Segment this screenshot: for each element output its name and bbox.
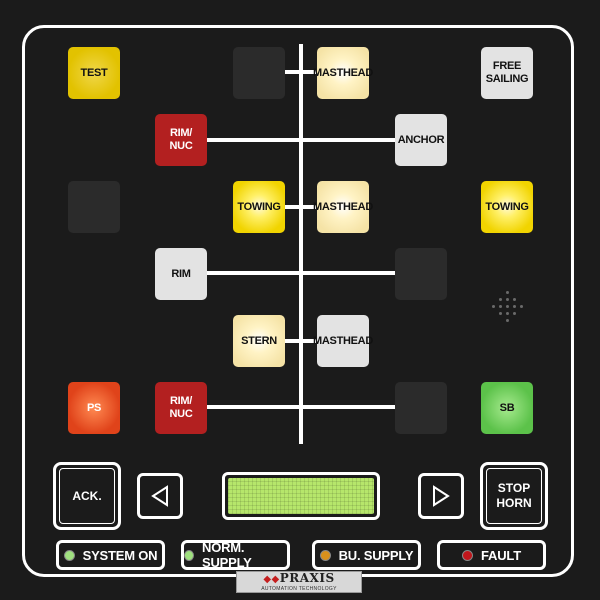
- anchor-button[interactable]: ANCHOR: [395, 114, 447, 166]
- logo-name: PRAXIS: [279, 571, 335, 585]
- status-bu-supply: BU. SUPPLY: [312, 540, 421, 570]
- speaker-dot: [506, 298, 509, 301]
- towing-right-label: TOWING: [485, 200, 529, 213]
- towing-mid-button[interactable]: TOWING: [233, 181, 285, 233]
- ack-button-face: ACK.: [59, 468, 115, 524]
- test-label: TEST: [80, 66, 108, 79]
- mast-arm-stern: [285, 339, 316, 343]
- ps-label: PS: [86, 401, 102, 414]
- next-button[interactable]: [418, 473, 464, 519]
- rim-nuc-top-button[interactable]: RIM/ NUC: [155, 114, 207, 166]
- rim-button[interactable]: RIM: [155, 248, 207, 300]
- fault-led: [462, 549, 474, 561]
- stop-horn-label-line2: HORN: [496, 496, 532, 510]
- speaker-dot: [506, 305, 509, 308]
- free-sailing-label-line1: FREE: [492, 60, 522, 72]
- test-button[interactable]: TEST: [68, 47, 120, 99]
- rim-nuc-bottom-label-line1: RIM/: [169, 395, 193, 407]
- free-sailing-label: FREE SAILING: [486, 60, 529, 86]
- mast-arm-masthead-top: [285, 70, 316, 74]
- speaker-dot: [513, 298, 516, 301]
- system-on-led: [63, 549, 75, 561]
- mast-arm-rim-nuc-top: [207, 138, 395, 142]
- speaker-dot: [506, 291, 509, 294]
- rim-nuc-top-label: RIM/ NUC: [170, 127, 193, 153]
- speaker-dot: [499, 312, 502, 315]
- blank-key-right-row4[interactable]: [395, 248, 447, 300]
- mast-vertical-line: [299, 44, 303, 444]
- fault-label: FAULT: [481, 547, 521, 563]
- system-on-label: SYSTEM ON: [82, 547, 158, 563]
- towing-mid-label: TOWING: [237, 200, 281, 213]
- masthead-mid-button[interactable]: MASTHEAD: [313, 181, 373, 233]
- speaker-grille-icon: [488, 287, 528, 327]
- blank-key-row1[interactable]: [233, 47, 285, 99]
- blank-key-right-row6[interactable]: [395, 382, 447, 434]
- ack-label: ACK.: [72, 488, 102, 503]
- arrow-left-icon: [151, 485, 168, 507]
- masthead-low-label: MASTHEAD: [313, 334, 373, 347]
- norm-supply-label: NORM. SUPPLY: [202, 540, 252, 570]
- previous-button[interactable]: [137, 473, 183, 519]
- towing-right-button[interactable]: TOWING: [481, 181, 533, 233]
- stop-horn-button-face: STOP HORN: [486, 468, 542, 524]
- rim-nuc-top-label-line1: RIM/: [169, 127, 193, 139]
- speaker-dot: [513, 305, 516, 308]
- mast-arm-rim: [207, 271, 395, 275]
- speaker-dot: [492, 305, 495, 308]
- ack-button[interactable]: ACK.: [53, 462, 121, 530]
- anchor-label: ANCHOR: [397, 133, 445, 146]
- free-sailing-label-line2: SAILING: [485, 73, 529, 85]
- stern-button[interactable]: STERN: [233, 315, 285, 367]
- speaker-dot: [499, 298, 502, 301]
- speaker-dot: [506, 312, 509, 315]
- lcd-display-frame: [222, 472, 380, 520]
- speaker-dot: [506, 319, 509, 322]
- logo-tagline: AUTOMATION TECHNOLOGY: [261, 586, 337, 592]
- stop-horn-button[interactable]: STOP HORN: [480, 462, 548, 530]
- masthead-top-label: MASTHEAD: [313, 66, 373, 79]
- free-sailing-button[interactable]: FREE SAILING: [481, 47, 533, 99]
- status-system-on: SYSTEM ON: [56, 540, 165, 570]
- speaker-dot: [499, 305, 502, 308]
- ps-button[interactable]: PS: [68, 382, 120, 434]
- rim-nuc-bottom-label-line2: NUC: [169, 408, 193, 420]
- arrow-right-icon: [433, 485, 450, 507]
- rim-nuc-bottom-button[interactable]: RIM/ NUC: [155, 382, 207, 434]
- status-fault: FAULT: [437, 540, 546, 570]
- praxis-logo: ◆◆PRAXIS AUTOMATION TECHNOLOGY: [236, 571, 362, 593]
- speaker-dot: [513, 312, 516, 315]
- bu-supply-led: [319, 549, 331, 561]
- sb-label: SB: [499, 401, 515, 414]
- norm-supply-led: [184, 549, 195, 561]
- masthead-top-button[interactable]: MASTHEAD: [313, 47, 373, 99]
- masthead-low-button[interactable]: MASTHEAD: [313, 315, 373, 367]
- status-norm-supply: NORM. SUPPLY: [181, 540, 290, 570]
- stop-horn-label: STOP HORN: [496, 481, 531, 511]
- speaker-dot: [520, 305, 523, 308]
- rim-label: RIM: [171, 267, 191, 280]
- lcd-display: [228, 478, 374, 514]
- mast-arm-rim-nuc-bottom: [207, 405, 395, 409]
- sb-button[interactable]: SB: [481, 382, 533, 434]
- rim-nuc-top-label-line2: NUC: [169, 140, 193, 152]
- logo-mark-icon: ◆◆: [263, 574, 280, 585]
- bu-supply-label: BU. SUPPLY: [338, 547, 414, 563]
- logo-name-row: ◆◆PRAXIS: [263, 572, 334, 586]
- blank-key-left-row3[interactable]: [68, 181, 120, 233]
- mast-arm-towing: [285, 205, 316, 209]
- masthead-mid-label: MASTHEAD: [313, 200, 373, 213]
- rim-nuc-bottom-label: RIM/ NUC: [170, 395, 193, 421]
- stop-horn-label-line1: STOP: [497, 481, 531, 495]
- stern-label: STERN: [241, 334, 277, 347]
